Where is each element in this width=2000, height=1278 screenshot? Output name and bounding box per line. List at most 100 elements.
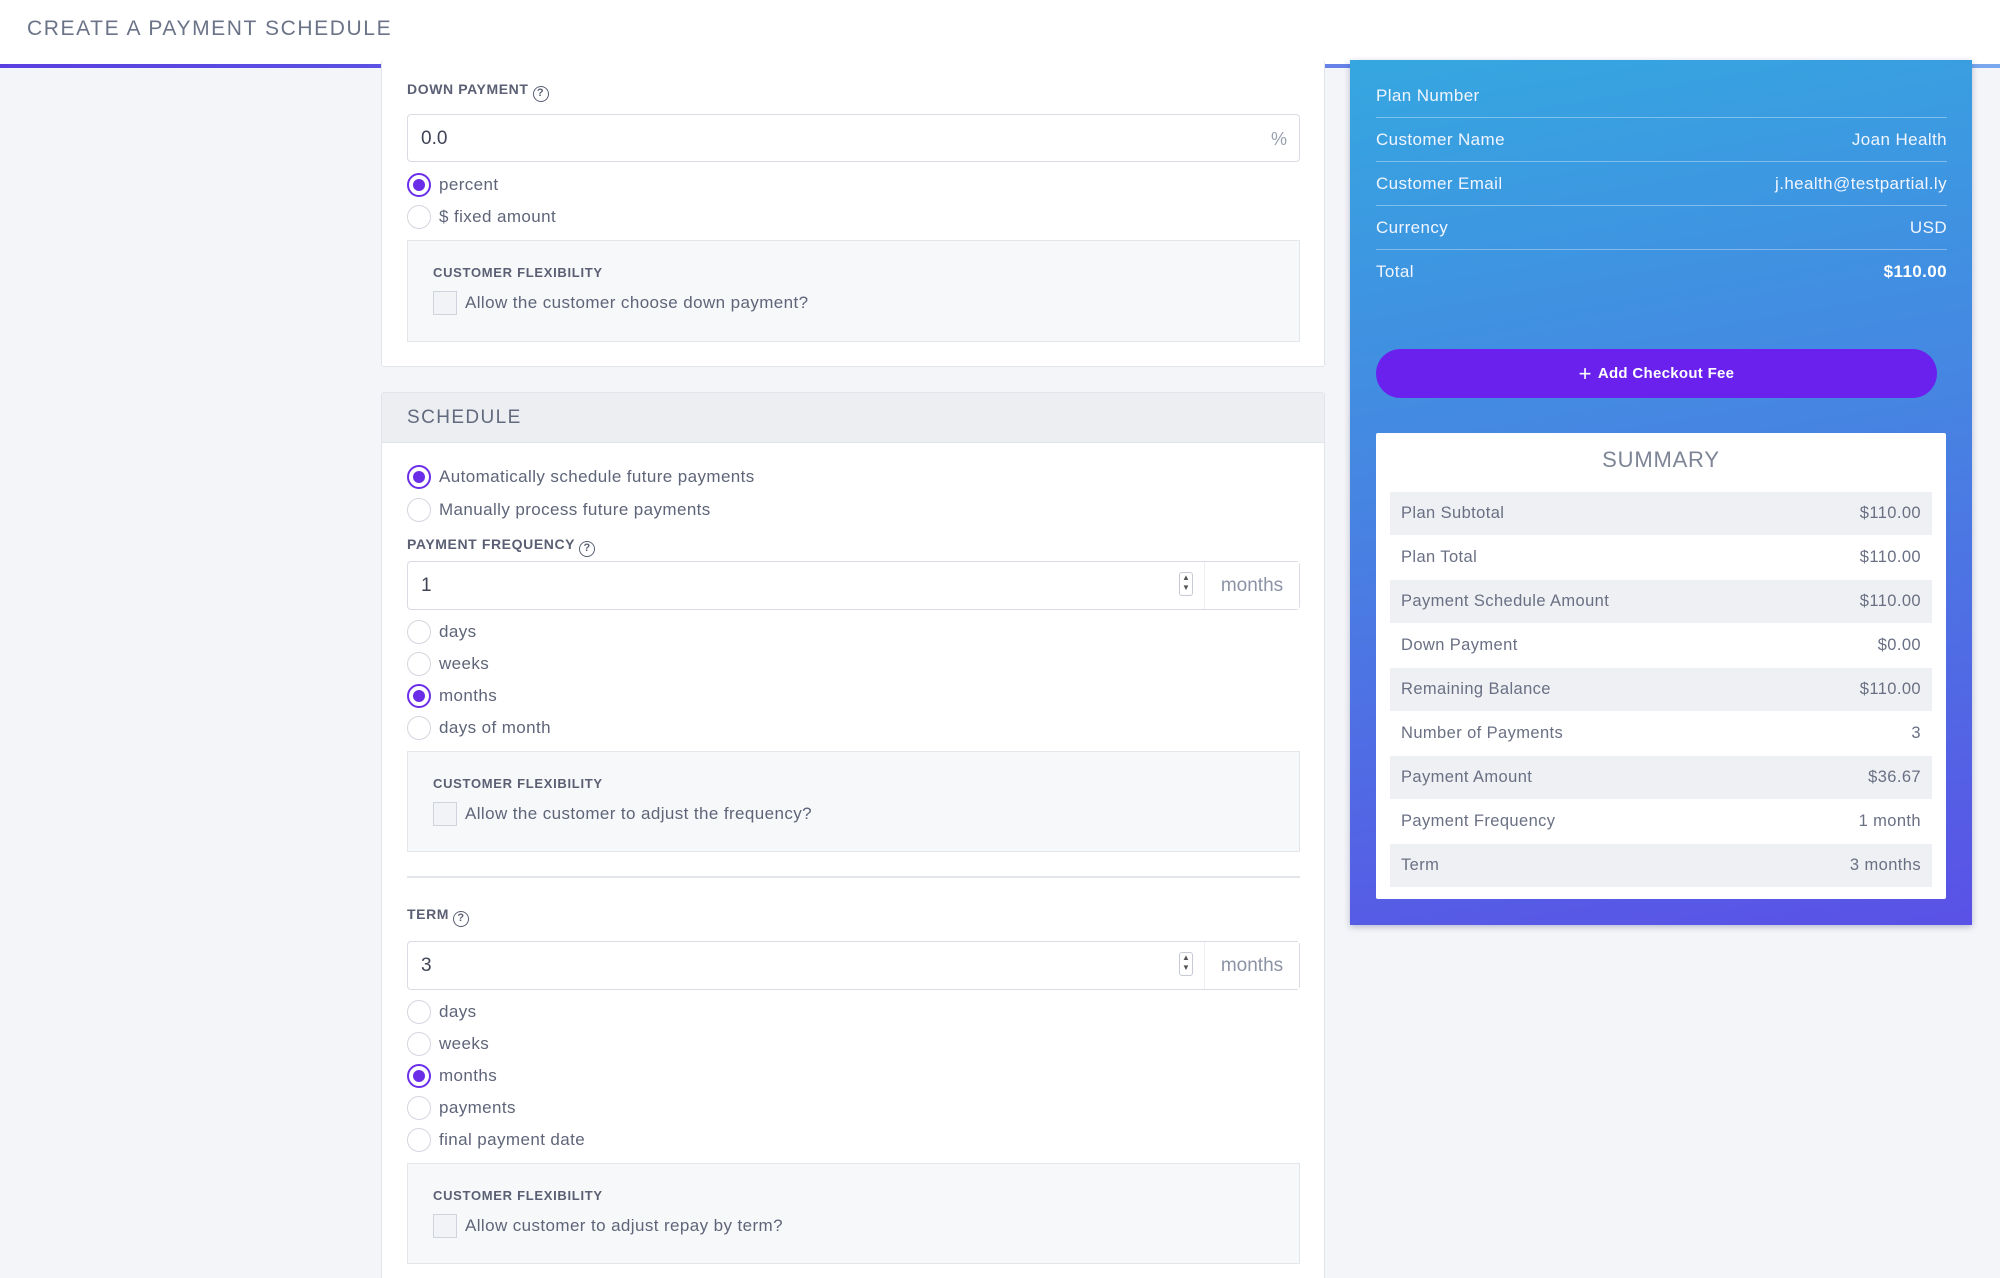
summary-row: Payment Amount $36.67	[1390, 756, 1932, 800]
summary-row: Term 3 months	[1390, 844, 1932, 888]
plus-icon: +	[1578, 360, 1592, 386]
help-circle-icon[interactable]: ?	[579, 541, 596, 557]
term-label: TERM	[407, 906, 450, 922]
frequency-unit-addon: months	[1204, 562, 1299, 609]
radio-button[interactable]	[407, 620, 431, 644]
summary-card: SUMMARY Plan Subtotal $110.00 Plan Total…	[1376, 433, 1946, 899]
payment-frequency-label-group: PAYMENT FREQUENCY?	[407, 536, 596, 557]
radio-button[interactable]	[407, 652, 431, 676]
radio-label: percent	[439, 175, 499, 194]
radio-button[interactable]	[407, 716, 431, 740]
summary-value: $110.00	[1859, 680, 1921, 698]
summary-value: 3	[1911, 724, 1921, 742]
section-divider	[407, 876, 1300, 878]
radio-button[interactable]	[407, 1096, 431, 1120]
allow-down-payment-checkbox[interactable]	[433, 291, 457, 315]
summary-value: $0.00	[1877, 636, 1921, 654]
schedule-header: SCHEDULE	[382, 393, 1324, 443]
term-unit-addon: months	[1204, 942, 1299, 989]
term-flexibility-box: CUSTOMER FLEXIBILITY Allow customer to a…	[407, 1163, 1300, 1264]
summary-value: 3 months	[1849, 856, 1921, 874]
summary-row: Plan Subtotal $110.00	[1390, 492, 1932, 536]
down-payment-card: DOWN PAYMENT? 0.0 % percent $ fixed amou…	[381, 60, 1325, 367]
info-key: Customer Email	[1376, 174, 1503, 193]
help-circle-icon[interactable]: ?	[453, 911, 470, 927]
summary-value: $110.00	[1859, 548, 1921, 566]
radio-label: Automatically schedule future payments	[439, 467, 755, 486]
radio-button[interactable]	[407, 684, 431, 708]
page-title: CREATE A PAYMENT SCHEDULE	[27, 17, 393, 40]
info-key: Customer Name	[1376, 130, 1505, 149]
summary-key: Plan Subtotal	[1401, 504, 1505, 522]
radio-label: payments	[439, 1098, 516, 1117]
summary-key: Number of Payments	[1401, 724, 1564, 742]
allow-adjust-term-checkbox[interactable]	[433, 1214, 457, 1238]
down-payment-input[interactable]: 0.0 %	[407, 114, 1300, 162]
term-input[interactable]: 3 ▲ ▼ months	[407, 941, 1300, 990]
plan-details-panel: Plan Number Customer Name Joan Health Cu…	[1350, 60, 1972, 925]
radio-label: weeks	[439, 654, 490, 673]
radio-label: weeks	[439, 1034, 490, 1053]
frequency-flexibility-box: CUSTOMER FLEXIBILITY Allow the customer …	[407, 751, 1300, 852]
radio-button[interactable]	[407, 498, 431, 522]
summary-key: Down Payment	[1401, 636, 1518, 654]
radio-label: $ fixed amount	[439, 207, 557, 226]
radio-label: days	[439, 1002, 477, 1021]
summary-row: Down Payment $0.00	[1390, 624, 1932, 668]
radio-button[interactable]	[407, 1000, 431, 1024]
summary-value: $110.00	[1859, 504, 1921, 522]
radio-button[interactable]	[407, 465, 431, 489]
radio-button[interactable]	[407, 205, 431, 229]
info-value: Joan Health	[1851, 130, 1947, 149]
radio-button[interactable]	[407, 1064, 431, 1088]
payment-frequency-label: PAYMENT FREQUENCY	[407, 536, 576, 552]
summary-value: $36.67	[1868, 768, 1921, 786]
radio-button[interactable]	[407, 173, 431, 197]
info-key: Total	[1376, 262, 1414, 281]
summary-value: 1 month	[1858, 812, 1921, 830]
stepper-icon[interactable]: ▲ ▼	[1179, 572, 1193, 596]
summary-key: Term	[1401, 856, 1440, 874]
schedule-title: SCHEDULE	[407, 407, 522, 428]
summary-key: Plan Total	[1401, 548, 1478, 566]
summary-row: Number of Payments 3	[1390, 712, 1932, 756]
frequency-value: 1	[421, 575, 432, 596]
allow-adjust-frequency-text: Allow the customer to adjust the frequen…	[465, 804, 812, 823]
add-checkout-fee-button[interactable]: + Add Checkout Fee	[1376, 349, 1937, 398]
radio-button[interactable]	[407, 1128, 431, 1152]
summary-row: Payment Frequency 1 month	[1390, 800, 1932, 844]
flexibility-label: CUSTOMER FLEXIBILITY	[433, 776, 603, 791]
down-payment-value: 0.0	[421, 128, 448, 149]
summary-key: Payment Amount	[1401, 768, 1533, 786]
radio-label: months	[439, 686, 498, 705]
allow-adjust-frequency-checkbox[interactable]	[433, 802, 457, 826]
schedule-card: SCHEDULE Automatically schedule future p…	[381, 392, 1325, 1278]
radio-label: days of month	[439, 718, 551, 737]
summary-row: Plan Total $110.00	[1390, 536, 1932, 580]
down-payment-flexibility-box: CUSTOMER FLEXIBILITY Allow the customer …	[407, 240, 1300, 342]
flexibility-label: CUSTOMER FLEXIBILITY	[433, 1188, 603, 1203]
percent-suffix: %	[1270, 129, 1287, 149]
allow-down-payment-text: Allow the customer choose down payment?	[465, 293, 809, 312]
info-row-customer-name: Customer Name Joan Health	[1376, 118, 1947, 162]
summary-key: Payment Schedule Amount	[1401, 592, 1610, 610]
payment-frequency-input[interactable]: 1 ▲ ▼ months	[407, 561, 1300, 610]
radio-label: months	[439, 1066, 498, 1085]
stepper-icon[interactable]: ▲ ▼	[1179, 952, 1193, 976]
down-payment-label: DOWN PAYMENT	[407, 81, 529, 97]
top-bar: CREATE A PAYMENT SCHEDULE	[0, 0, 2000, 68]
info-row-total: Total $110.00	[1376, 250, 1947, 294]
help-circle-icon[interactable]: ?	[532, 86, 549, 102]
info-value: $110.00	[1883, 262, 1947, 281]
info-row-currency: Currency USD	[1376, 206, 1947, 250]
summary-row: Payment Schedule Amount $110.00	[1390, 580, 1932, 624]
term-value: 3	[421, 955, 432, 976]
summary-row: Remaining Balance $110.00	[1390, 668, 1932, 712]
allow-adjust-term-text: Allow customer to adjust repay by term?	[465, 1216, 783, 1235]
info-key: Currency	[1376, 218, 1449, 237]
info-row-customer-email: Customer Email j.health@testpartial.ly	[1376, 162, 1947, 206]
info-value: j.health@testpartial.ly	[1775, 174, 1947, 193]
radio-button[interactable]	[407, 1032, 431, 1056]
info-row-plan-number: Plan Number	[1376, 74, 1947, 118]
term-label-group: TERM?	[407, 906, 470, 927]
